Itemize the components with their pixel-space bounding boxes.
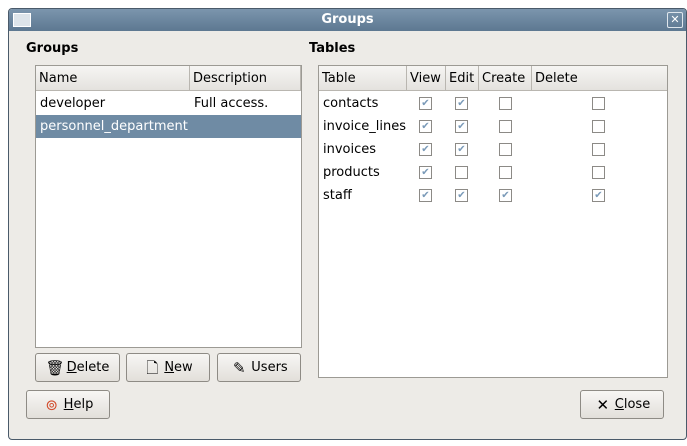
delete-checkbox[interactable]: ✔ [592,189,605,202]
table-name: invoices [323,142,377,157]
window-close-button[interactable]: ✕ [667,12,683,28]
edit-checkbox[interactable] [455,166,468,179]
group-name: developer [40,96,106,111]
view-checkbox[interactable]: ✔ [419,143,432,156]
group-name: personnel_department [40,119,188,134]
edit-checkbox[interactable]: ✔ [455,120,468,133]
table-row[interactable]: invoice_lines ✔ ✔ [319,115,667,138]
groups-list[interactable]: Name Description developer Full access. … [35,65,302,348]
delete-checkbox[interactable] [592,143,605,156]
column-header-delete[interactable]: Delete [532,66,667,91]
lifebuoy-icon: ⊚ [45,395,58,414]
groups-dialog: Groups ✕ Groups Tables Name Description … [8,8,687,440]
create-checkbox[interactable] [499,97,512,110]
delete-checkbox[interactable] [592,97,605,110]
tables-permissions-list[interactable]: Table View Edit Create Delete contacts ✔ ✔… [318,65,668,378]
view-checkbox[interactable]: ✔ [419,166,432,179]
create-checkbox[interactable] [499,166,512,179]
window-title: Groups [321,12,374,27]
users-button[interactable]: ✎ Users [217,353,301,382]
tables-label: Tables [309,41,356,56]
table-name: staff [323,188,352,203]
column-header-table[interactable]: Table [319,66,407,91]
edit-checkbox[interactable]: ✔ [455,189,468,202]
window-menu-icon[interactable] [13,13,31,27]
view-checkbox[interactable]: ✔ [419,97,432,110]
new-document-icon: 🗋 [146,358,159,377]
help-button[interactable]: ⊚ Help [26,390,110,419]
table-row[interactable]: contacts ✔ ✔ [319,92,667,115]
close-button[interactable]: ✕ Close [580,390,664,419]
column-header-description[interactable]: Description [190,66,301,91]
delete-checkbox[interactable] [592,166,605,179]
trash-icon: 🗑 [45,358,65,377]
edit-document-icon: ✎ [233,358,246,377]
create-checkbox[interactable]: ✔ [499,189,512,202]
table-row[interactable]: invoices ✔ ✔ [319,138,667,161]
column-header-create[interactable]: Create [479,66,532,91]
group-row[interactable]: developer Full access. [36,92,301,115]
new-group-button[interactable]: 🗋 New [126,353,210,382]
table-name: contacts [323,96,379,111]
table-row[interactable]: staff ✔ ✔ ✔ ✔ [319,184,667,207]
column-header-name[interactable]: Name [36,66,190,91]
groups-label: Groups [26,41,79,56]
delete-group-button[interactable]: 🗑 Delete [35,353,120,382]
group-description: Full access. [194,96,269,111]
edit-checkbox[interactable]: ✔ [455,97,468,110]
table-name: invoice_lines [323,119,406,134]
edit-checkbox[interactable]: ✔ [455,143,468,156]
view-checkbox[interactable]: ✔ [419,189,432,202]
close-icon: ✕ [596,395,610,414]
column-header-view[interactable]: View [407,66,446,91]
view-checkbox[interactable]: ✔ [419,120,432,133]
table-name: products [323,165,380,180]
column-header-edit[interactable]: Edit [446,66,479,91]
title-bar: Groups ✕ [9,9,686,31]
group-row-selected[interactable]: personnel_department [36,115,301,138]
delete-checkbox[interactable] [592,120,605,133]
create-checkbox[interactable] [499,120,512,133]
table-row[interactable]: products ✔ [319,161,667,184]
create-checkbox[interactable] [499,143,512,156]
